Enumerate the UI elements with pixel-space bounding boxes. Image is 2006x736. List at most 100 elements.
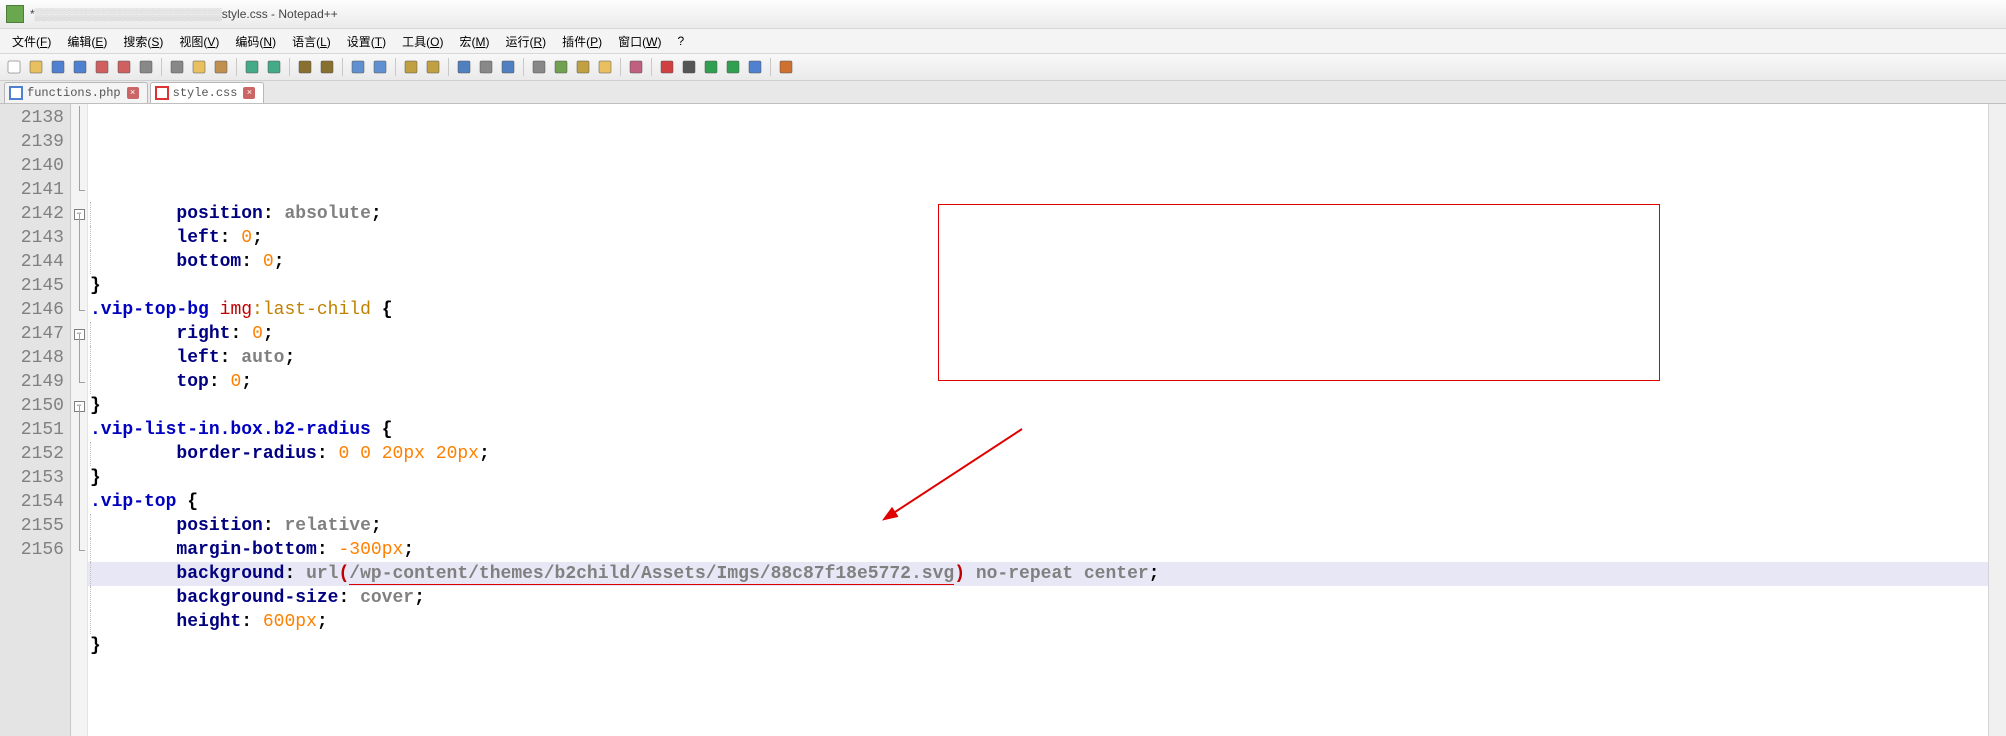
- copy-icon[interactable]: [189, 57, 209, 77]
- open-file-icon[interactable]: [26, 57, 46, 77]
- code-line[interactable]: .vip-list-in.box.b2-radius {: [88, 418, 2006, 442]
- indent-guide-icon[interactable]: [498, 57, 518, 77]
- monitor-icon[interactable]: [626, 57, 646, 77]
- toolbar-separator: [342, 58, 343, 76]
- vertical-scrollbar[interactable]: [1988, 104, 2006, 736]
- stop-macro-icon[interactable]: [679, 57, 699, 77]
- menu-e[interactable]: 编辑(E): [59, 31, 115, 52]
- line-number: 2143: [0, 226, 70, 250]
- code-line[interactable]: }: [88, 466, 2006, 490]
- undo-icon[interactable]: [242, 57, 262, 77]
- line-number: 2149: [0, 370, 70, 394]
- folder-icon[interactable]: [595, 57, 615, 77]
- line-number: 2147: [0, 322, 70, 346]
- code-line[interactable]: position: relative;: [88, 514, 2006, 538]
- new-file-icon[interactable]: [4, 57, 24, 77]
- save-icon[interactable]: [48, 57, 68, 77]
- menu-bar: 文件(F)编辑(E)搜索(S)视图(V)编码(N)语言(L)设置(T)工具(O)…: [0, 29, 2006, 54]
- menu-m[interactable]: 宏(M): [451, 31, 497, 52]
- tab-style-css[interactable]: style.css×: [150, 82, 265, 103]
- annotation-box: [938, 204, 1660, 381]
- menu-p[interactable]: 插件(P): [554, 31, 610, 52]
- menu-t[interactable]: 设置(T): [339, 31, 394, 52]
- close-all-icon[interactable]: [114, 57, 134, 77]
- fold-marker: [71, 106, 87, 130]
- tab-label: functions.php: [27, 86, 121, 100]
- line-number: 2153: [0, 466, 70, 490]
- record-macro-icon[interactable]: [657, 57, 677, 77]
- fold-marker: [71, 130, 87, 154]
- replace-icon[interactable]: [317, 57, 337, 77]
- tab-bar: functions.php×style.css×: [0, 81, 2006, 104]
- save-macro-icon[interactable]: [745, 57, 765, 77]
- code-area[interactable]: position: absolute; left: 0; bottom: 0;}…: [88, 104, 2006, 736]
- code-line[interactable]: border-radius: 0 0 20px 20px;: [88, 442, 2006, 466]
- fold-marker: [71, 178, 87, 202]
- fold-marker[interactable]: −: [71, 202, 87, 226]
- cut-icon[interactable]: [167, 57, 187, 77]
- line-number: 2138: [0, 106, 70, 130]
- window-title: *▒▒▒▒▒▒▒▒▒▒▒▒▒▒▒▒▒▒▒▒▒▒style.css - Notep…: [30, 7, 338, 21]
- menu-o[interactable]: 工具(O): [394, 31, 451, 52]
- sync-v-icon[interactable]: [401, 57, 421, 77]
- fold-marker[interactable]: −: [71, 394, 87, 418]
- redo-icon[interactable]: [264, 57, 284, 77]
- toolbar-separator: [620, 58, 621, 76]
- menu-help[interactable]: ?: [669, 32, 692, 50]
- fold-marker: [71, 514, 87, 538]
- print-icon[interactable]: [136, 57, 156, 77]
- code-line[interactable]: }: [88, 394, 2006, 418]
- func-list-icon[interactable]: [573, 57, 593, 77]
- fold-marker: [71, 538, 87, 562]
- code-line[interactable]: background: url(/wp-content/themes/b2chi…: [88, 562, 2006, 586]
- save-all-icon[interactable]: [70, 57, 90, 77]
- tab-close-icon[interactable]: ×: [127, 87, 139, 99]
- zoom-out-icon[interactable]: [370, 57, 390, 77]
- menu-v[interactable]: 视图(V): [171, 31, 227, 52]
- paste-icon[interactable]: [211, 57, 231, 77]
- fold-marker: [71, 274, 87, 298]
- tab-close-icon[interactable]: ×: [243, 87, 255, 99]
- wrap-icon[interactable]: [454, 57, 474, 77]
- play-multi-icon[interactable]: [723, 57, 743, 77]
- fold-marker: [71, 466, 87, 490]
- menu-l[interactable]: 语言(L): [284, 31, 339, 52]
- toolbar-separator: [523, 58, 524, 76]
- editor[interactable]: 2138213921402141214221432144214521462147…: [0, 104, 2006, 736]
- fold-marker: [71, 418, 87, 442]
- menu-n[interactable]: 编码(N): [227, 31, 284, 52]
- code-line[interactable]: height: 600px;: [88, 610, 2006, 634]
- spell-icon[interactable]: [776, 57, 796, 77]
- play-macro-icon[interactable]: [701, 57, 721, 77]
- toolbar-separator: [448, 58, 449, 76]
- code-line[interactable]: background-size: cover;: [88, 586, 2006, 610]
- line-number: 2150: [0, 394, 70, 418]
- code-line[interactable]: margin-bottom: -300px;: [88, 538, 2006, 562]
- toolbar: [0, 54, 2006, 81]
- line-number: 2141: [0, 178, 70, 202]
- line-number: 2139: [0, 130, 70, 154]
- line-number: 2155: [0, 514, 70, 538]
- tab-functions-php[interactable]: functions.php ×: [4, 82, 148, 103]
- code-line[interactable]: .vip-top {: [88, 490, 2006, 514]
- line-number: 2145: [0, 274, 70, 298]
- app-icon: [6, 5, 24, 23]
- line-number: 2156: [0, 538, 70, 562]
- all-chars-icon[interactable]: [476, 57, 496, 77]
- fold-margin[interactable]: − − −: [71, 104, 88, 736]
- fold-marker[interactable]: −: [71, 322, 87, 346]
- menu-f[interactable]: 文件(F): [4, 31, 59, 52]
- line-number: 2144: [0, 250, 70, 274]
- fold-marker: [71, 226, 87, 250]
- find-icon[interactable]: [295, 57, 315, 77]
- doc-map-icon[interactable]: [551, 57, 571, 77]
- lang-icon[interactable]: [529, 57, 549, 77]
- sync-h-icon[interactable]: [423, 57, 443, 77]
- fold-marker: [71, 298, 87, 322]
- zoom-in-icon[interactable]: [348, 57, 368, 77]
- menu-r[interactable]: 运行(R): [497, 31, 554, 52]
- close-icon[interactable]: [92, 57, 112, 77]
- code-line[interactable]: }: [88, 634, 2006, 658]
- menu-s[interactable]: 搜索(S): [115, 31, 171, 52]
- menu-w[interactable]: 窗口(W): [610, 31, 669, 52]
